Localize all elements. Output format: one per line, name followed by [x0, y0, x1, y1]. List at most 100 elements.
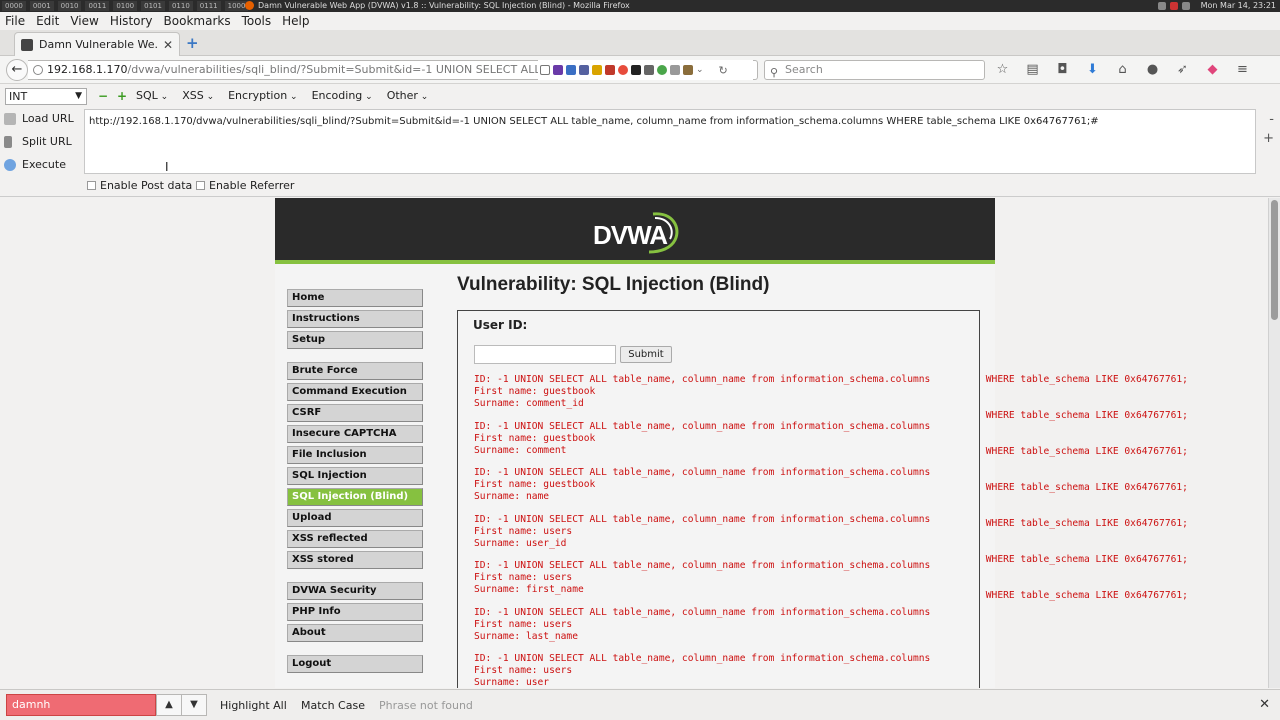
- web-icon[interactable]: [657, 65, 667, 75]
- new-tab-icon[interactable]: +: [186, 35, 199, 51]
- load-url-button[interactable]: Load URL: [4, 112, 74, 125]
- menu-help[interactable]: Help: [277, 14, 315, 28]
- menu-item-php-info[interactable]: PHP Info: [287, 603, 423, 621]
- bookmark-star-icon[interactable]: ☆: [994, 61, 1011, 78]
- menu-item-csrf[interactable]: CSRF: [287, 404, 423, 422]
- pocket-icon[interactable]: ◘: [1054, 61, 1071, 78]
- decrease-icon[interactable]: −: [98, 90, 108, 102]
- close-find-bar-icon[interactable]: ✕: [1259, 697, 1270, 712]
- hackbar-url-textarea[interactable]: http://192.168.1.170/dvwa/vulnerabilitie…: [84, 109, 1256, 174]
- hackbar-menu-xss[interactable]: XSS ⌄: [182, 89, 214, 102]
- qr-icon[interactable]: [631, 65, 641, 75]
- shield-icon[interactable]: [566, 65, 576, 75]
- edit-icon[interactable]: [592, 65, 602, 75]
- submit-button[interactable]: Submit: [620, 346, 672, 363]
- feather-icon[interactable]: [553, 65, 563, 75]
- search-field[interactable]: ⚲ Search: [764, 60, 985, 80]
- result-surname: Surname: user_id: [474, 537, 567, 549]
- enable-post-checkbox[interactable]: Enable Post data: [87, 179, 192, 192]
- match-case-button[interactable]: Match Case: [301, 699, 365, 712]
- menu-item-sql-injection[interactable]: SQL Injection: [287, 467, 423, 485]
- menu-item-xss-reflected[interactable]: XSS reflected: [287, 530, 423, 548]
- tab-strip: Damn Vulnerable We... ✕ +: [0, 30, 1280, 56]
- workspace-switcher[interactable]: 0000 0001 0010 0011 0100 0101 0110 0111 1000: [0, 1, 249, 11]
- workspace-4[interactable]: 0100: [113, 1, 138, 11]
- back-button[interactable]: ←: [6, 59, 28, 81]
- enable-referrer-checkbox[interactable]: Enable Referrer: [196, 179, 294, 192]
- hackbar-menu-encryption[interactable]: Encryption ⌄: [228, 89, 297, 102]
- menu-item-instructions[interactable]: Instructions: [287, 310, 423, 328]
- stop-icon[interactable]: [618, 65, 628, 75]
- tab-dvwa[interactable]: Damn Vulnerable We... ✕: [14, 32, 180, 56]
- workspace-6[interactable]: 0110: [168, 1, 193, 11]
- hackbar-menu-other[interactable]: Other ⌄: [387, 89, 429, 102]
- menu-item-home[interactable]: Home: [287, 289, 423, 307]
- find-input[interactable]: damnh: [6, 694, 156, 716]
- user-id-input[interactable]: [474, 345, 616, 364]
- bookmarks-list-icon[interactable]: ▤: [1024, 61, 1041, 78]
- increase-icon[interactable]: +: [117, 90, 127, 102]
- grid-icon[interactable]: [644, 65, 654, 75]
- find-status: Phrase not found: [379, 699, 473, 712]
- shrink-icon[interactable]: -: [1269, 112, 1274, 127]
- hackbar-menu-encoding[interactable]: Encoding ⌄: [312, 89, 373, 102]
- hackbar-menu-sql[interactable]: SQL ⌄: [136, 89, 168, 102]
- find-previous-button[interactable]: ▲: [156, 694, 182, 716]
- menu-item-brute-force[interactable]: Brute Force: [287, 362, 423, 380]
- workspace-2[interactable]: 0010: [57, 1, 82, 11]
- menu-item-xss-stored[interactable]: XSS stored: [287, 551, 423, 569]
- reader-icon[interactable]: [540, 65, 550, 75]
- menu-view[interactable]: View: [65, 14, 104, 28]
- dropdown-chevron-icon[interactable]: ⌄: [696, 65, 704, 75]
- menu-item-about[interactable]: About: [287, 624, 423, 642]
- workspace-0[interactable]: 0000: [2, 1, 26, 11]
- menu-tools[interactable]: Tools: [237, 14, 278, 28]
- menu-bookmarks[interactable]: Bookmarks: [159, 14, 237, 28]
- extension-icon[interactable]: ➶: [1174, 61, 1191, 78]
- chat-icon[interactable]: ●: [1144, 61, 1161, 78]
- system-tray[interactable]: [1158, 2, 1190, 10]
- workspace-3[interactable]: 0011: [85, 1, 110, 11]
- find-next-button[interactable]: ▼: [181, 694, 207, 716]
- type-select[interactable]: INT ▼: [5, 88, 87, 105]
- menu-item-logout[interactable]: Logout: [287, 655, 423, 673]
- menu-item-sql-injection-blind[interactable]: SQL Injection (Blind): [287, 488, 423, 506]
- result-id-tail: WHERE table_schema LIKE 0x64767761;: [980, 518, 1188, 529]
- volume-icon[interactable]: [1182, 2, 1190, 10]
- enable-post-label: Enable Post data: [100, 179, 193, 192]
- split-url-button[interactable]: Split URL: [4, 135, 72, 148]
- tray-icon[interactable]: [1158, 2, 1166, 10]
- workspace-1[interactable]: 0001: [29, 1, 54, 11]
- reload-icon[interactable]: ↻: [719, 64, 728, 77]
- page-scrollbar[interactable]: [1268, 198, 1280, 688]
- menu-item-command-execution[interactable]: Command Execution: [287, 383, 423, 401]
- menu-file[interactable]: File: [0, 14, 31, 28]
- power-icon[interactable]: [1170, 2, 1178, 10]
- expand-icon[interactable]: +: [1263, 131, 1274, 146]
- download-icon[interactable]: ⬇: [1084, 61, 1101, 78]
- menu-item-setup[interactable]: Setup: [287, 331, 423, 349]
- php-icon[interactable]: [579, 65, 589, 75]
- workspace-5[interactable]: 0101: [141, 1, 165, 11]
- menu-item-upload[interactable]: Upload: [287, 509, 423, 527]
- menu-item-file-inclusion[interactable]: File Inclusion: [287, 446, 423, 464]
- workspace-7[interactable]: 0111: [196, 1, 221, 11]
- cow-icon[interactable]: [683, 65, 693, 75]
- lock-icon[interactable]: [670, 65, 680, 75]
- menu-icon[interactable]: ≡: [1234, 61, 1251, 78]
- menu-item-insecure-captcha[interactable]: Insecure CAPTCHA: [287, 425, 423, 443]
- scrollbar-thumb[interactable]: [1271, 200, 1278, 320]
- menu-separator: [287, 645, 423, 655]
- close-tab-icon[interactable]: ✕: [163, 38, 173, 52]
- menu-item-dvwa-security[interactable]: DVWA Security: [287, 582, 423, 600]
- highlight-all-button[interactable]: Highlight All: [220, 699, 287, 712]
- menu-edit[interactable]: Edit: [31, 14, 65, 28]
- firebug-icon[interactable]: [605, 65, 615, 75]
- home-icon[interactable]: ⌂: [1114, 61, 1131, 78]
- menu-history[interactable]: History: [105, 14, 159, 28]
- user-id-label: User ID:: [473, 318, 528, 332]
- execute-button[interactable]: Execute: [4, 158, 66, 171]
- color-icon[interactable]: ◆: [1204, 61, 1221, 78]
- site-info-icon[interactable]: [33, 65, 43, 75]
